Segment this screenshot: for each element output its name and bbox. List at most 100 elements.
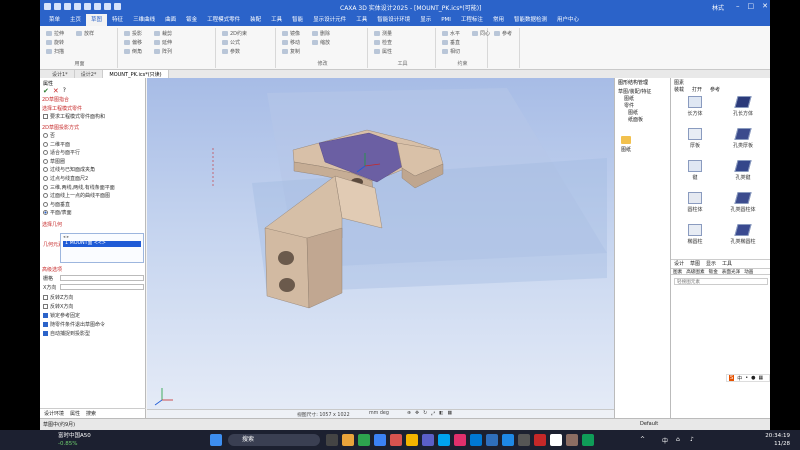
radio-icon[interactable]	[43, 184, 48, 190]
vscode-icon[interactable]	[502, 434, 514, 446]
maximize-icon[interactable]: □	[748, 2, 755, 10]
ribbon-button[interactable]: 水平	[442, 30, 460, 37]
ribbon-button[interactable]: 旋转	[46, 39, 64, 46]
checkbox-icon[interactable]	[43, 313, 48, 318]
ribbon-button[interactable]: 偏移	[124, 39, 142, 46]
ribbon-button[interactable]: 镜像	[282, 30, 300, 37]
stock-widget[interactable]: 富时中国A50 -0.85%	[58, 432, 91, 448]
ribbon-button[interactable]: 参考	[494, 30, 512, 37]
section-select-part[interactable]: 选择工程模式零件	[42, 105, 82, 112]
catalog-tab[interactable]: 高级图素	[686, 269, 704, 275]
catalog-tab[interactable]: 动画	[744, 269, 753, 275]
option-checkbox[interactable]: 自动捕捉到投影型	[43, 330, 90, 337]
ribbon-button[interactable]: 缩放	[312, 39, 330, 46]
menu-tab[interactable]: 草图	[86, 14, 108, 26]
app-icon-store[interactable]	[470, 434, 482, 446]
clock[interactable]: 20:34:19 11/28	[765, 432, 790, 448]
app-icon-purple[interactable]	[422, 434, 434, 446]
taskbar-search[interactable]: 搜索	[228, 434, 320, 446]
tree-row[interactable]: 草图/装配/特征	[618, 88, 651, 95]
radio-icon[interactable]	[43, 141, 48, 147]
catalog-item[interactable]: 椭圆柱	[675, 224, 715, 254]
ribbon-button[interactable]: 测量	[374, 30, 392, 37]
tree-row[interactable]: 零件	[624, 102, 634, 109]
settings-icon[interactable]	[114, 3, 121, 10]
selection-list[interactable]: ◂ ▸ 1 MOUNT面 <<>	[60, 233, 144, 263]
radio-icon[interactable]	[43, 176, 48, 181]
panel-bottom-tab[interactable]: 搜索	[86, 410, 96, 417]
menu-tab[interactable]: 常用	[488, 14, 509, 26]
section-select-geometry[interactable]: 选择几何	[42, 221, 62, 228]
option-checkbox[interactable]: 反转Z方向	[43, 294, 73, 301]
app-icon-red[interactable]	[390, 434, 402, 446]
catalog-search-input[interactable]: 轻搜图元素	[674, 278, 768, 285]
menu-tab[interactable]: 工程模式零件	[202, 14, 245, 26]
menu-tab[interactable]: 工具	[266, 14, 287, 26]
catalog-item[interactable]: 孔长方体	[723, 96, 763, 126]
selection-arrows-icon[interactable]: ◂ ▸	[63, 235, 69, 240]
ribbon-button[interactable]: 垂直	[442, 39, 460, 46]
ime-logo-icon[interactable]: S	[729, 375, 735, 381]
menu-tab[interactable]: 智能设计环境	[372, 14, 415, 26]
user-name[interactable]: 林式	[712, 3, 724, 12]
radio-icon[interactable]	[43, 150, 48, 156]
menu-tab[interactable]: 显示设计元件	[308, 14, 351, 26]
projection-option[interactable]: 三维,两线,两线,有线条面平面	[43, 184, 115, 191]
tree-row[interactable]: 纸面板	[628, 116, 643, 123]
ribbon-button[interactable]: 阵列	[154, 48, 172, 55]
cancel-icon[interactable]: ✕	[53, 87, 59, 95]
file-explorer-icon[interactable]	[342, 434, 354, 446]
x-direction-field[interactable]	[60, 284, 144, 290]
tree-row[interactable]: 图纸	[624, 95, 634, 102]
wps-icon[interactable]	[534, 434, 546, 446]
ribbon-button[interactable]: 属性	[374, 48, 392, 55]
pan-icon[interactable]: ✥	[415, 411, 419, 417]
menu-tab[interactable]: 智能	[287, 14, 308, 26]
section-sketch[interactable]: 2D草图指合	[42, 96, 69, 103]
zoom-icon[interactable]: ⊕	[407, 411, 411, 417]
projection-option[interactable]: 过面线上一点的曲线平面图	[43, 192, 110, 199]
ribbon-button[interactable]: 倒角	[124, 48, 142, 55]
ime-punct-icon[interactable]: •	[745, 375, 748, 381]
ribbon-button[interactable]: 同心	[472, 30, 490, 37]
menu-tab[interactable]: 工具	[351, 14, 372, 26]
volume-icon[interactable]: ♪	[690, 436, 694, 443]
app-icon-yellow[interactable]	[406, 434, 418, 446]
grid-field[interactable]	[60, 275, 144, 281]
ok-icon[interactable]: ✔	[43, 87, 49, 95]
menu-tab[interactable]: 曲面	[160, 14, 181, 26]
document-tab[interactable]: 设计1*	[46, 70, 75, 78]
menu-tab[interactable]: 工程标注	[456, 14, 488, 26]
projection-option[interactable]: 过线与已知面成夹角	[43, 166, 95, 173]
folder-icon[interactable]	[621, 136, 631, 144]
checkbox-icon[interactable]	[43, 295, 48, 300]
menu-tab[interactable]: 特征	[107, 14, 128, 26]
catalog-tab[interactable]: 钣金	[709, 269, 718, 275]
radio-icon[interactable]	[43, 133, 48, 138]
document-tab[interactable]: 设计2*	[75, 70, 104, 78]
menu-tab[interactable]: 智能数据检测	[509, 14, 552, 26]
checkbox-icon[interactable]	[43, 114, 48, 119]
new-file-icon[interactable]	[54, 3, 61, 10]
task-view-icon[interactable]	[326, 434, 338, 446]
catalog-item[interactable]: 孔类椭圆柱	[723, 224, 763, 254]
checkbox-icon[interactable]	[43, 322, 48, 327]
radio-icon[interactable]	[43, 167, 48, 173]
catalog-item[interactable]: 键	[675, 160, 715, 190]
ribbon-button[interactable]: 公式	[222, 39, 240, 46]
start-icon[interactable]	[210, 434, 222, 446]
projection-option[interactable]: 过点与线直面尺2	[43, 175, 88, 182]
menu-tab[interactable]: 三维曲线	[128, 14, 160, 26]
tray-ime[interactable]: 中	[662, 436, 668, 445]
help-icon[interactable]: ?	[63, 87, 66, 95]
catalog-tab[interactable]: 表面光泽	[722, 269, 740, 275]
section-projection[interactable]: 2D草图投影方式	[42, 124, 79, 131]
catalog-tool[interactable]: 打开	[692, 86, 702, 93]
catalog-item[interactable]: 孔类圆柱体	[723, 192, 763, 222]
projection-option[interactable]: 平面/表面	[43, 209, 72, 216]
catalog-item[interactable]: 孔类厚板	[723, 128, 763, 158]
ribbon-button[interactable]: 延伸	[154, 39, 172, 46]
ime-voice-icon[interactable]: ●	[751, 375, 755, 381]
app-icon-brown[interactable]	[566, 434, 578, 446]
document-tab[interactable]: MOUNT_PK.ics*(只读)	[103, 70, 169, 78]
